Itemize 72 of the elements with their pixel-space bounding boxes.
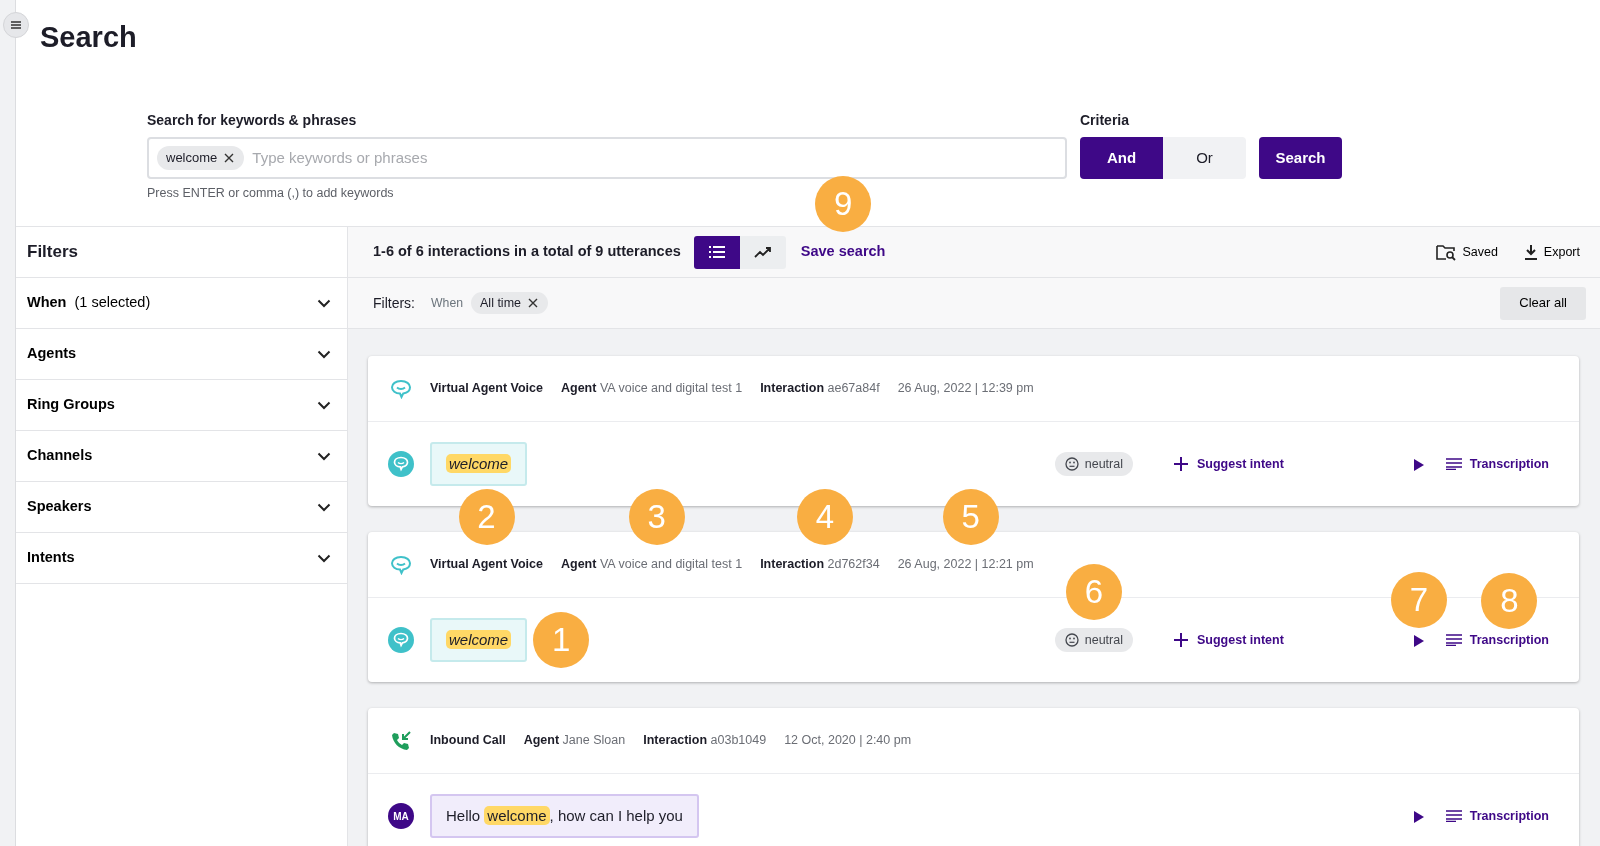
clear-all-button[interactable]: Clear all xyxy=(1500,286,1586,320)
keyword-field[interactable]: welcome Type keywords or phrases xyxy=(147,137,1067,179)
trend-icon xyxy=(753,246,772,258)
agent-info: Agent VA voice and digital test 1 xyxy=(561,556,743,574)
bot-avatar-icon xyxy=(388,627,414,653)
list-icon xyxy=(708,246,725,258)
transcription-button[interactable]: Transcription xyxy=(1445,454,1549,474)
play-icon xyxy=(1413,810,1424,823)
result-summary: 1-6 of 6 interactions in a total of 9 utterances xyxy=(373,242,681,262)
sentiment-tag: neutral xyxy=(1054,451,1133,477)
utterance-bubble: welcome xyxy=(430,617,528,663)
download-icon xyxy=(1523,244,1538,260)
menu-button[interactable] xyxy=(3,12,29,38)
filter-field: When xyxy=(431,293,463,313)
remove-icon xyxy=(223,152,236,164)
interaction-id: Interaction a03b1049 xyxy=(643,732,767,750)
chevron-down-icon xyxy=(317,298,331,308)
chevron-down-icon xyxy=(317,451,331,461)
helper-text: Press ENTER or comma (,) to add keywords xyxy=(147,185,394,202)
chevron-down-icon xyxy=(317,400,331,410)
plus-icon xyxy=(1173,456,1189,472)
chat-bubble-icon xyxy=(390,554,412,575)
lines-icon xyxy=(1445,810,1462,822)
export-button[interactable]: Export xyxy=(1523,242,1580,262)
criteria-toggle[interactable]: Or xyxy=(1163,137,1246,179)
agent-info: Agent VA voice and digital test 1 xyxy=(561,380,743,398)
interaction-id: Interaction 2d762f34 xyxy=(760,556,880,574)
saved-button[interactable]: Saved xyxy=(1436,242,1498,262)
folder-search-icon xyxy=(1436,243,1457,261)
chevron-down-icon xyxy=(317,349,331,359)
keyword-chip[interactable]: welcome xyxy=(157,146,245,170)
channel-name: Inbound Call xyxy=(430,732,506,750)
remove-icon xyxy=(527,297,539,309)
view-toggle[interactable] xyxy=(739,235,786,269)
step-marker: 9 xyxy=(815,176,872,233)
suggest-intent-button[interactable]: Suggest intent xyxy=(1173,630,1284,650)
utterance-bubble: welcome xyxy=(430,441,528,487)
play-icon xyxy=(1413,634,1424,647)
field-label: Criteria xyxy=(1080,111,1131,130)
save-search-link[interactable]: Save search xyxy=(800,241,886,263)
timestamp: 12 Oct, 2020 | 2:40 pm xyxy=(784,732,912,750)
agent-info: Agent Jane Sloan xyxy=(523,732,626,750)
transcription-button[interactable]: Transcription xyxy=(1445,806,1549,826)
sentiment-tag: neutral xyxy=(1054,627,1133,653)
field-label: Search for keywords & phrases xyxy=(147,111,358,130)
timestamp: 26 Aug, 2022 | 12:21 pm xyxy=(897,556,1034,574)
incoming-call-icon xyxy=(390,729,412,752)
bot-avatar-icon xyxy=(388,451,414,477)
suggest-intent-button[interactable]: Suggest intent xyxy=(1173,454,1284,474)
transcription-button[interactable]: Transcription xyxy=(1445,630,1549,650)
filter-chip[interactable]: All time xyxy=(471,291,548,315)
chevron-down-icon xyxy=(317,553,331,563)
lines-icon xyxy=(1445,458,1462,470)
page-title: Search xyxy=(40,20,138,55)
neutral-face-icon xyxy=(1064,633,1079,647)
view-toggle[interactable] xyxy=(693,235,740,269)
agent-avatar: MA xyxy=(388,803,414,829)
channel-name: Virtual Agent Voice xyxy=(430,380,543,398)
chevron-down-icon xyxy=(317,502,331,512)
lines-icon xyxy=(1445,634,1462,646)
utterance-bubble: Hello welcome , how can I help you xyxy=(430,793,699,839)
search-button[interactable]: Search xyxy=(1259,137,1342,179)
timestamp: 26 Aug, 2022 | 12:39 pm xyxy=(897,380,1034,398)
filter-bar-label: Filters: xyxy=(373,293,415,313)
plus-icon xyxy=(1173,632,1189,648)
channel-name: Virtual Agent Voice xyxy=(430,556,543,574)
menu-icon xyxy=(10,20,22,30)
criteria-toggle[interactable]: And xyxy=(1080,137,1163,179)
interaction-id: Interaction ae67a84f xyxy=(760,380,880,398)
chat-bubble-icon xyxy=(390,378,412,399)
neutral-face-icon xyxy=(1064,457,1079,471)
play-icon xyxy=(1413,458,1424,471)
